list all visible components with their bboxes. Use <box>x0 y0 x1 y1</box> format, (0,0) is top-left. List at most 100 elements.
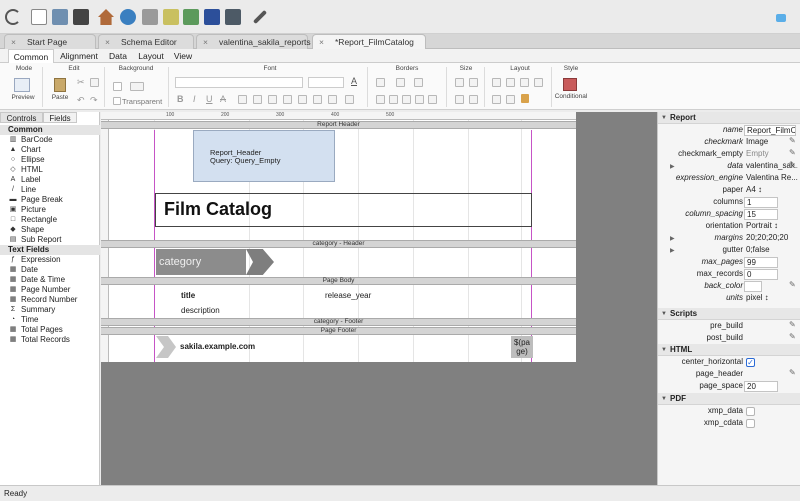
conditional-style-icon[interactable] <box>563 78 577 91</box>
preview-label[interactable]: Preview <box>8 94 38 101</box>
prop-value-orientation[interactable]: Portrait ↕ <box>746 220 798 232</box>
bg-color-swatch[interactable] <box>113 82 122 91</box>
prop-value-name[interactable]: Report_FilmCat <box>744 125 796 136</box>
edit-pencil-icon[interactable]: ✎ <box>789 368 796 377</box>
control-item-date-time[interactable]: ▦ Date & Time <box>8 275 65 285</box>
align-left-icon[interactable] <box>238 95 247 104</box>
paste-label[interactable]: Paste <box>50 94 70 101</box>
page-number-field[interactable]: $(pa ge) <box>511 336 533 358</box>
report-title-label[interactable]: Film Catalog <box>164 199 272 220</box>
control-item-picture[interactable]: ▣ Picture <box>8 205 46 215</box>
bold-icon[interactable]: B <box>177 94 184 104</box>
edit-pencil-icon[interactable]: ✎ <box>789 280 796 289</box>
release-year-field[interactable]: release_year <box>325 291 371 300</box>
font-color-icon[interactable]: A <box>351 76 357 86</box>
query-box[interactable]: Report_Header Query: Query_Empty <box>193 130 335 182</box>
control-item-date[interactable]: ▦ Date <box>8 265 38 275</box>
border-style-icon[interactable] <box>376 78 385 87</box>
tab-view[interactable]: View <box>170 49 196 63</box>
border-right-icon[interactable] <box>415 95 424 104</box>
report-icon[interactable] <box>163 9 179 25</box>
prop-value-units[interactable]: pixel ↕ <box>746 292 798 304</box>
page-space-input[interactable]: 20 <box>744 381 778 392</box>
doc-tab-start-page[interactable]: × Start Page <box>4 34 96 49</box>
wordwrap-icon[interactable] <box>345 95 354 104</box>
center-horizontal-checkbox[interactable]: ✓ <box>746 358 755 367</box>
send-back-icon[interactable] <box>506 95 515 104</box>
diagnostics-icon[interactable] <box>225 9 241 25</box>
xmp-cdata-checkbox[interactable] <box>746 419 755 428</box>
tab-controls[interactable]: Controls <box>0 112 43 123</box>
font-size-select[interactable] <box>308 77 344 88</box>
border-bottom-icon[interactable] <box>428 95 437 104</box>
undo-icon[interactable]: ↶ <box>77 95 85 106</box>
close-icon[interactable]: × <box>11 35 16 49</box>
section-report[interactable]: ▼ Report <box>658 112 800 124</box>
band-report-header[interactable]: Report Header <box>101 121 576 129</box>
redo-icon[interactable]: ↷ <box>90 95 98 106</box>
edit-pencil-icon[interactable]: ✎ <box>789 320 796 329</box>
align-centers-icon[interactable] <box>506 78 515 87</box>
forms-icon[interactable] <box>183 9 199 25</box>
control-item-time[interactable]: ◔ Time <box>8 315 39 325</box>
control-item-html[interactable]: ◇ HTML <box>8 165 42 175</box>
save-icon[interactable] <box>73 9 89 25</box>
strikethrough-icon[interactable]: A <box>220 94 226 104</box>
print-icon[interactable] <box>142 9 158 25</box>
valign-middle-icon[interactable] <box>313 95 322 104</box>
edit-pencil-icon[interactable]: ✎ <box>789 148 796 157</box>
cut-icon[interactable]: ✂ <box>77 77 85 88</box>
control-item-total-pages[interactable]: ▦ Total Pages <box>8 325 63 335</box>
refresh-icon[interactable] <box>5 9 21 25</box>
border-all-icon[interactable] <box>376 95 385 104</box>
search-schema-icon[interactable] <box>120 9 136 25</box>
doc-tab-sakila-reports[interactable]: × valentina_sakila_reports <box>196 34 311 49</box>
border-top-icon[interactable] <box>402 95 411 104</box>
control-item-page-number[interactable]: ▦ Page Number <box>8 285 71 295</box>
font-family-select[interactable] <box>175 77 303 88</box>
title-field[interactable]: title <box>181 291 195 300</box>
bg-fill-dropdown[interactable] <box>130 82 144 91</box>
valign-top-icon[interactable] <box>298 95 307 104</box>
tab-data[interactable]: Data <box>104 49 132 63</box>
copy-icon[interactable] <box>90 78 99 87</box>
border-color-icon[interactable] <box>414 78 423 87</box>
close-icon[interactable]: × <box>319 35 324 49</box>
control-item-page-break[interactable]: ▬ Page Break <box>8 195 63 205</box>
border-left-icon[interactable] <box>389 95 398 104</box>
description-field[interactable]: description <box>181 306 220 315</box>
new-document-icon[interactable] <box>31 9 47 25</box>
section-html[interactable]: ▼ HTML <box>658 344 800 356</box>
same-height-icon[interactable] <box>469 78 478 87</box>
fit-size-icon[interactable] <box>469 95 478 104</box>
align-tops-icon[interactable] <box>534 78 543 87</box>
footer-url-label[interactable]: sakila.example.com <box>180 342 255 351</box>
xmp-data-checkbox[interactable] <box>746 407 755 416</box>
italic-icon[interactable]: I <box>193 94 196 104</box>
chat-icon[interactable] <box>776 14 786 22</box>
tab-common[interactable]: Common <box>8 49 54 63</box>
control-item-summary[interactable]: Σ Summary <box>8 305 55 315</box>
conditional-label[interactable]: Conditional <box>552 93 590 100</box>
prop-value-paper[interactable]: A4 ↕ <box>746 184 798 196</box>
tab-layout[interactable]: Layout <box>134 49 168 63</box>
same-width-icon[interactable] <box>455 78 464 87</box>
edit-pencil-icon[interactable]: ✎ <box>789 136 796 145</box>
control-item-total-records[interactable]: ▦ Total Records <box>8 335 70 345</box>
prop-value-max-records[interactable]: 0 <box>744 269 778 280</box>
transparent-checkbox[interactable] <box>113 97 121 105</box>
close-icon[interactable]: × <box>105 35 110 49</box>
control-item-expression[interactable]: ƒ Expression <box>8 255 61 265</box>
open-folder-icon[interactable] <box>52 9 68 25</box>
sql-editor-icon[interactable] <box>204 9 220 25</box>
prop-value-margins[interactable]: 20;20;20;20 <box>746 232 798 244</box>
band-category-header[interactable]: category - Header <box>101 240 576 248</box>
doc-tab-report-filmcatalog[interactable]: × *Report_FilmCatalog <box>312 34 426 49</box>
same-size-icon[interactable] <box>455 95 464 104</box>
edit-pencil-icon[interactable]: ✎ <box>789 332 796 341</box>
align-justify-icon[interactable] <box>283 95 292 104</box>
category-field[interactable]: category <box>156 249 246 275</box>
prop-value-back-color[interactable] <box>744 281 762 292</box>
section-pdf[interactable]: ▼ PDF <box>658 393 800 405</box>
control-item-barcode[interactable]: ▥ BarCode <box>8 135 53 145</box>
